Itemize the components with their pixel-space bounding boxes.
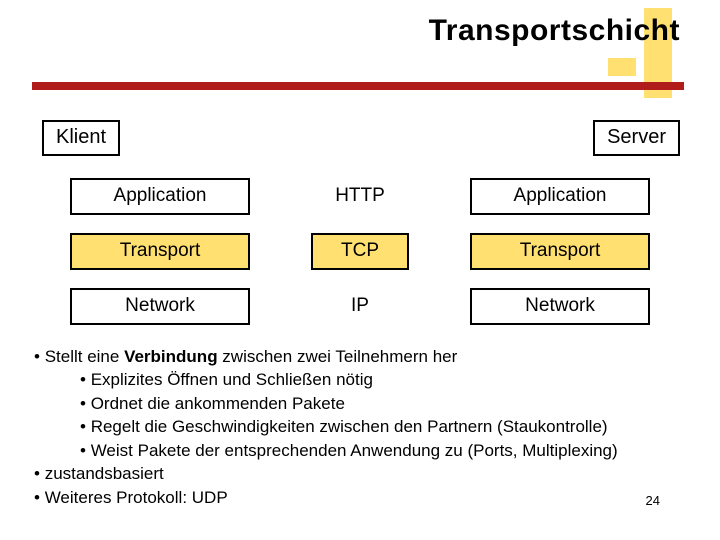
protocol-http: HTTP: [270, 178, 450, 215]
bullet-sub-3: Weist Pakete der entsprechenden Anwendun…: [80, 439, 710, 462]
layer-transport-klient: Transport: [70, 233, 250, 270]
page-number: 24: [646, 493, 660, 508]
bullet-main-2: Weiteres Protokoll: UDP: [34, 486, 710, 509]
slide-title: Transportschicht: [429, 14, 680, 48]
bullet-main-1: zustandsbasiert: [34, 462, 710, 485]
bullet-sub-0: Explizites Öffnen und Schließen nötig: [80, 368, 710, 391]
layer-network-server: Network: [470, 288, 650, 325]
layer-stack-server: Application Transport Network: [470, 178, 650, 343]
protocol-tcp: TCP: [311, 233, 409, 270]
layer-transport-server: Transport: [470, 233, 650, 270]
protocol-column: HTTP TCP IP: [270, 178, 450, 343]
layer-stack-klient: Application Transport Network: [70, 178, 250, 343]
title-accent-2: [608, 58, 636, 76]
layer-application-klient: Application: [70, 178, 250, 215]
layer-network-klient: Network: [70, 288, 250, 325]
bullet-list: Stellt eine Verbindung zwischen zwei Tei…: [34, 345, 710, 509]
bullet-sub-2: Regelt die Geschwindigkeiten zwischen de…: [80, 415, 710, 438]
host-label-server: Server: [593, 120, 680, 156]
bullet-main-0: Stellt eine Verbindung zwischen zwei Tei…: [34, 345, 710, 368]
host-label-klient: Klient: [42, 120, 120, 156]
title-underline: [32, 82, 684, 90]
layer-application-server: Application: [470, 178, 650, 215]
protocol-ip: IP: [270, 288, 450, 325]
bullet-sub-1: Ordnet die ankommenden Pakete: [80, 392, 710, 415]
